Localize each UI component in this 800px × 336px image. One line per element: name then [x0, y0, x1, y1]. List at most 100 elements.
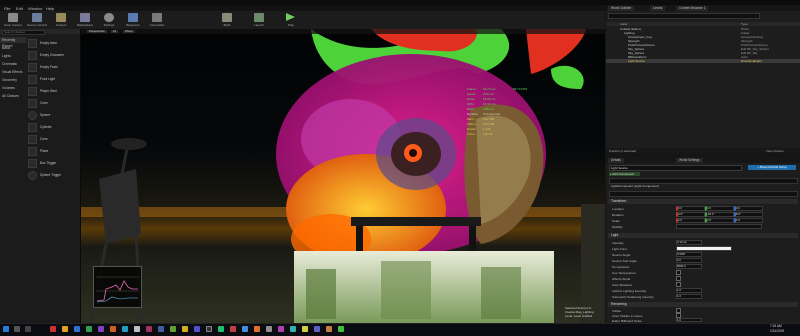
app-icon[interactable] — [194, 326, 200, 332]
rotation-z[interactable]: 8.0° — [734, 212, 763, 217]
app-icon[interactable] — [218, 326, 224, 332]
location-z[interactable]: 0.0 — [734, 206, 763, 211]
app-icon[interactable] — [230, 326, 236, 332]
use-temperature-checkbox[interactable] — [676, 270, 681, 275]
app-icon[interactable] — [182, 326, 188, 332]
system-clock[interactable]: 7:15 AM 1/31/2019 — [770, 324, 798, 334]
app-icon[interactable] — [314, 326, 320, 332]
search-icon[interactable] — [14, 326, 20, 332]
task-view-icon[interactable] — [25, 326, 31, 332]
perspective-button[interactable]: Perspective — [87, 30, 107, 33]
app-icon[interactable] — [110, 326, 116, 332]
blueprint-add-script-button[interactable]: + Blueprint/Add Script — [748, 165, 796, 170]
launch-button[interactable]: Launch — [248, 12, 270, 28]
category-volumes[interactable]: Volumes — [0, 85, 26, 91]
source-control-icon — [32, 13, 42, 22]
lit-button[interactable]: Lit — [111, 30, 119, 33]
blueprints-button[interactable]: Blueprints — [122, 12, 144, 28]
rotation-y[interactable]: -46.1° — [705, 212, 734, 217]
category-recently-placed[interactable]: Recently Placed — [0, 37, 26, 48]
app-icon[interactable] — [86, 326, 92, 332]
placeable-item[interactable]: Sphere — [28, 110, 80, 121]
component-tree-item[interactable]: LightComponent (Light Component) — [609, 184, 797, 188]
app-icon[interactable] — [302, 326, 308, 332]
section-rendering[interactable]: Rendering — [608, 302, 798, 307]
view-options-button[interactable]: View Options — [766, 149, 784, 153]
app-icon[interactable] — [170, 326, 176, 332]
stat-label: DynRes: — [467, 112, 479, 116]
light-color-swatch[interactable] — [676, 246, 732, 251]
category-geometry[interactable]: Geometry — [0, 77, 26, 83]
placeable-item[interactable]: Cylinder — [28, 122, 80, 133]
placeable-item[interactable]: Plane — [28, 146, 80, 157]
app-icon[interactable] — [146, 326, 152, 332]
app-icon[interactable] — [134, 326, 140, 332]
category-cinematic[interactable]: Cinematic — [0, 61, 26, 67]
placeable-item[interactable]: Empty Actor — [28, 38, 80, 49]
start-icon[interactable] — [3, 326, 9, 332]
scale-z[interactable]: 2.5 — [734, 218, 763, 223]
location-x[interactable]: 0.0 — [676, 206, 705, 211]
actor-name-field[interactable]: Light Source — [609, 165, 742, 171]
affects-world-checkbox[interactable] — [676, 276, 681, 281]
app-icon[interactable] — [158, 326, 164, 332]
content-button[interactable]: Content — [50, 12, 72, 28]
intensity-field[interactable]: 3.14 lux — [676, 240, 702, 245]
category-all-classes[interactable]: All Classes — [0, 93, 26, 99]
play-button[interactable]: Play — [280, 12, 302, 28]
app-icon[interactable] — [242, 326, 248, 332]
unreal-editor-icon[interactable] — [206, 326, 212, 332]
outliner-search-input[interactable] — [608, 13, 760, 19]
scale-x[interactable]: 2.5 — [676, 218, 705, 223]
settings-button[interactable]: Settings — [98, 12, 120, 28]
placeable-item[interactable]: Player Start — [28, 86, 80, 97]
app-icon[interactable] — [254, 326, 260, 332]
section-transform[interactable]: Transform — [608, 199, 798, 204]
outliner-row-selected[interactable]: Light Source DirectionalLight — [606, 59, 800, 63]
placeable-item[interactable]: Point Light — [28, 74, 80, 85]
level-viewport[interactable] — [81, 29, 605, 323]
source-control-button[interactable]: Source Control — [26, 12, 48, 28]
prop-label: Use Temperature — [612, 271, 636, 275]
app-icon[interactable] — [98, 326, 104, 332]
mobility-selector[interactable] — [676, 224, 762, 229]
category-lights[interactable]: Lights — [0, 53, 26, 59]
cinematics-button[interactable]: Cinematics — [146, 12, 168, 28]
class-search-input[interactable]: Search Classes — [2, 30, 45, 35]
location-y[interactable]: 0.0 — [705, 206, 734, 211]
category-visual-effects[interactable]: Visual Effects — [0, 69, 26, 75]
marketplace-button[interactable]: Marketplace — [74, 12, 96, 28]
details-search-input[interactable] — [609, 191, 798, 197]
temperature-field[interactable]: 6500.0 — [676, 264, 702, 269]
show-button[interactable]: Show — [123, 30, 135, 33]
source-soft-angle-field[interactable]: 0.0 — [676, 258, 702, 263]
source-angle-field[interactable]: 0.5357 — [676, 252, 702, 257]
category-basic[interactable]: Basic — [0, 45, 26, 51]
save-button[interactable]: Save Current — [2, 12, 24, 28]
app-icon[interactable] — [50, 326, 56, 332]
app-icon[interactable] — [338, 326, 344, 332]
placeable-item[interactable]: Empty Pawn — [28, 62, 80, 73]
app-icon[interactable] — [266, 326, 272, 332]
placeable-item[interactable]: Sphere Trigger — [28, 170, 80, 181]
light-icon — [28, 75, 37, 84]
billboard-scale-field[interactable]: 1.0 — [676, 318, 702, 322]
folder-icon[interactable] — [62, 326, 68, 332]
indirect-intensity-field[interactable]: 1.0 — [676, 288, 702, 293]
rotation-x[interactable]: 0.0° — [676, 212, 705, 217]
app-icon[interactable] — [74, 326, 80, 332]
cast-shadows-checkbox[interactable] — [676, 282, 681, 287]
app-icon[interactable] — [122, 326, 128, 332]
app-icon[interactable] — [326, 326, 332, 332]
placeable-item[interactable]: Box Trigger — [28, 158, 80, 169]
section-light[interactable]: Light — [608, 233, 798, 238]
app-icon[interactable] — [278, 326, 284, 332]
add-component-button[interactable]: + Add Component — [609, 172, 640, 176]
scale-y[interactable]: 2.5 — [705, 218, 734, 223]
placeable-item[interactable]: Cube — [28, 98, 80, 109]
app-icon[interactable] — [290, 326, 296, 332]
placeable-item[interactable]: Empty Character — [28, 50, 80, 61]
build-button[interactable]: Build — [216, 12, 238, 28]
volumetric-scattering-field[interactable]: 1.0 — [676, 294, 702, 299]
placeable-item[interactable]: Cone — [28, 134, 80, 145]
